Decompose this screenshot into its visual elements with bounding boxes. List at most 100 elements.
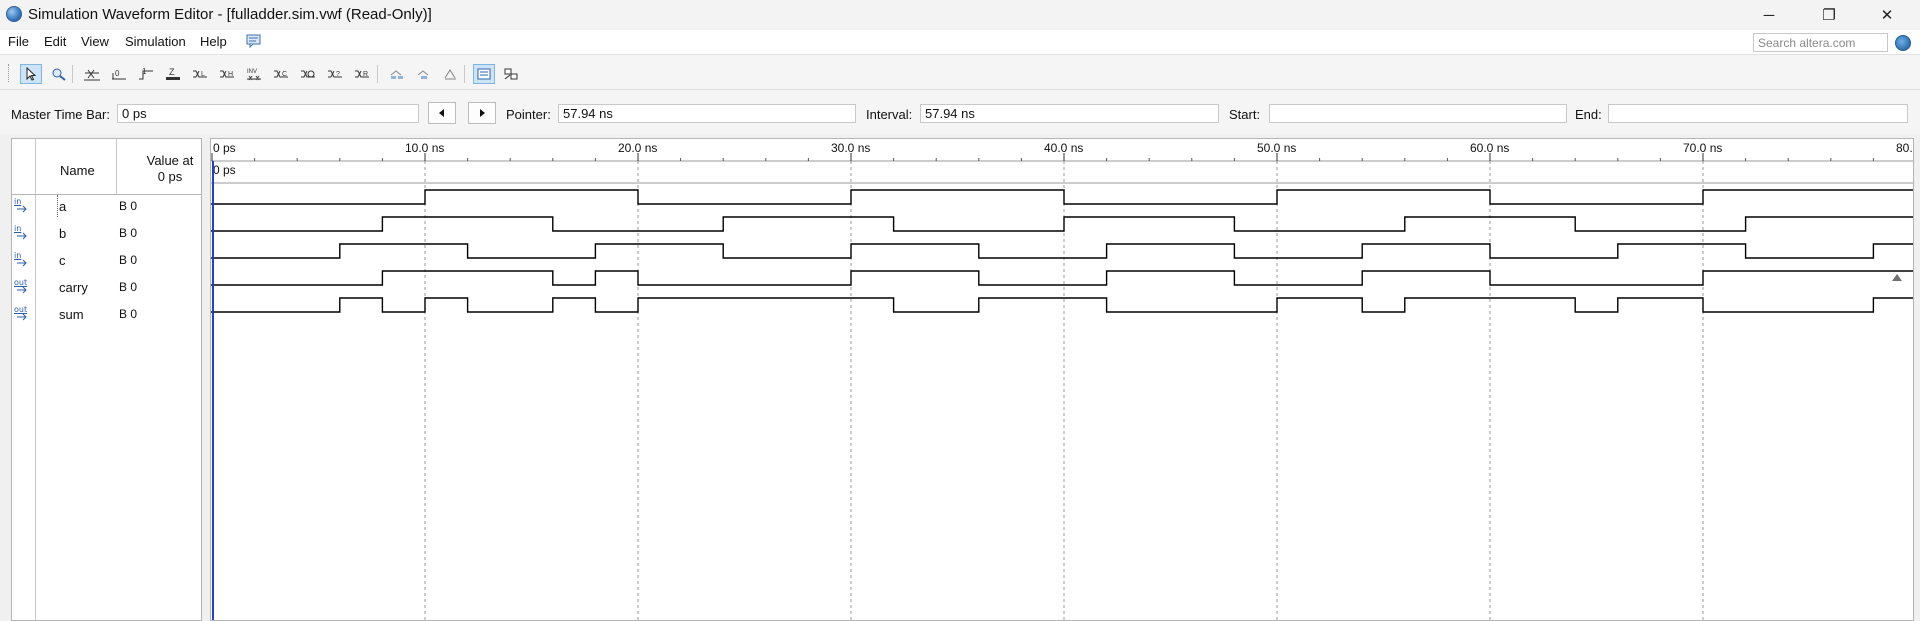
signal-value: B 0	[119, 253, 138, 267]
toolbar-separator	[464, 65, 465, 83]
globe-icon[interactable]	[1895, 35, 1911, 51]
input-pin-icon: in	[14, 197, 32, 214]
svg-text:H: H	[228, 71, 233, 78]
value-column-header[interactable]: Value at 0 ps	[130, 153, 210, 185]
snap-to-grid-icon[interactable]	[386, 64, 408, 84]
grid-icon[interactable]	[473, 64, 495, 84]
time-bar: Master Time Bar: 0 ps Pointer: 57.94 ns …	[0, 90, 1920, 134]
next-transition-button[interactable]	[468, 102, 496, 124]
random-value-icon[interactable]: R	[351, 64, 373, 84]
waveform-carry	[211, 270, 1913, 286]
waveform-c	[211, 243, 1913, 259]
svg-text:INV: INV	[247, 69, 257, 75]
time-tick-label: 80.	[1896, 141, 1913, 155]
force-weak-low-icon[interactable]: L	[189, 64, 211, 84]
force-high-impedance-icon[interactable]: Z	[162, 64, 184, 84]
master-time-bar-label: Master Time Bar:	[11, 107, 110, 122]
count-value-icon[interactable]: C	[270, 64, 292, 84]
toolbar-separator	[377, 65, 378, 83]
signal-name: sum	[59, 307, 84, 322]
output-pin-icon: out	[14, 278, 32, 295]
signal-name: c	[59, 253, 66, 268]
signal-row[interactable]: out sum B 0	[11, 301, 202, 328]
scroll-up-arrow[interactable]	[1892, 274, 1902, 281]
menu-bar: File Edit View Simulation Help	[0, 30, 1920, 54]
app-icon	[6, 6, 22, 22]
svg-text:Z: Z	[169, 67, 175, 77]
clock-icon[interactable]	[297, 64, 319, 84]
force-low-icon[interactable]: 0	[108, 64, 130, 84]
time-tick-label: 0 ps	[213, 141, 236, 155]
menu-help[interactable]: Help	[200, 34, 227, 49]
signal-value: B 0	[119, 199, 138, 213]
toolbar: 0 1 Z L H INV C? R	[0, 54, 1920, 90]
signal-name: carry	[59, 280, 88, 295]
input-pin-icon: in	[14, 224, 32, 241]
time-tick-label: 10.0 ns	[405, 141, 444, 155]
waveform-b	[211, 216, 1913, 232]
start-label: Start:	[1229, 107, 1261, 122]
reorder-icon[interactable]	[440, 64, 462, 84]
force-high-icon[interactable]: 1	[135, 64, 157, 84]
arbitrary-value-icon[interactable]: ?	[324, 64, 346, 84]
signal-value: B 0	[119, 307, 138, 321]
signal-row[interactable]: in c B 0	[11, 247, 202, 274]
name-column-header[interactable]: Name	[60, 163, 95, 178]
menu-view[interactable]: View	[81, 34, 109, 49]
waveform-a	[211, 189, 1913, 205]
svg-text:0: 0	[115, 69, 120, 78]
pointer-field[interactable]: 57.94 ns	[558, 104, 856, 123]
menu-edit[interactable]: Edit	[44, 34, 66, 49]
value-header-line2: 0 ps	[157, 169, 183, 184]
waveform-sum	[211, 297, 1913, 313]
master-time-bar-field[interactable]: 0 ps	[117, 104, 419, 123]
close-button[interactable]: ✕	[1858, 0, 1916, 30]
minimize-button[interactable]: ─	[1740, 0, 1798, 30]
svg-text:C: C	[282, 71, 287, 78]
title-bar: Simulation Waveform Editor - [fulladder.…	[0, 0, 1920, 30]
value-header-line1: Value at	[146, 153, 194, 168]
start-field[interactable]	[1269, 104, 1567, 123]
interval-field[interactable]: 57.94 ns	[920, 104, 1219, 123]
signal-row[interactable]: in a B 0	[11, 193, 202, 220]
search-input[interactable]: Search altera.com	[1753, 33, 1888, 52]
zoom-icon[interactable]	[48, 64, 70, 84]
input-pin-icon: in	[14, 251, 32, 268]
time-tick-label: 60.0 ns	[1470, 141, 1509, 155]
force-weak-high-icon[interactable]: H	[216, 64, 238, 84]
signal-name: b	[59, 226, 67, 241]
force-unknown-icon[interactable]	[81, 64, 103, 84]
toolbar-grip[interactable]	[8, 64, 12, 82]
time-tick-label: 50.0 ns	[1257, 141, 1296, 155]
signal-name: a	[59, 199, 67, 214]
svg-text:?: ?	[336, 71, 340, 78]
svg-text:L: L	[201, 71, 205, 78]
select-icon[interactable]	[20, 64, 42, 84]
arrange-icon[interactable]	[413, 64, 435, 84]
signal-row[interactable]: in b B 0	[11, 220, 202, 247]
invert-icon[interactable]: INV	[243, 64, 265, 84]
time-tick-label: 40.0 ns	[1044, 141, 1083, 155]
time-tick-label: 70.0 ns	[1683, 141, 1722, 155]
signal-value: B 0	[119, 226, 138, 240]
end-field[interactable]	[1608, 104, 1908, 123]
signal-row[interactable]: out carry B 0	[11, 274, 202, 301]
waveform-panel: Name Value at 0 ps in a B 0 in b B 0 in c B 0 out…	[0, 134, 1920, 621]
time-tick-label: 30.0 ns	[831, 141, 870, 155]
waveform-area[interactable]: 0 ps 10.0 ns 20.0 ns 30.0 ns 40.0 ns 50.0 ns 6…	[210, 138, 1914, 621]
end-label: End:	[1575, 107, 1602, 122]
window-title: Simulation Waveform Editor - [fulladder.…	[28, 6, 432, 23]
interval-label: Interval:	[866, 107, 913, 122]
overwrite-icon[interactable]	[500, 64, 522, 84]
menu-simulation[interactable]: Simulation	[125, 34, 186, 49]
signal-value: B 0	[119, 280, 138, 294]
output-pin-icon: out	[14, 305, 32, 322]
time-tick-label: 20.0 ns	[618, 141, 657, 155]
focus-box	[57, 195, 58, 217]
previous-transition-button[interactable]	[428, 102, 456, 124]
feedback-icon[interactable]	[246, 34, 261, 51]
waveform-canvas[interactable]: 0 ps 10.0 ns 20.0 ns 30.0 ns 40.0 ns 50.0 ns 6…	[211, 139, 1913, 620]
restore-button[interactable]: ❐	[1800, 0, 1858, 30]
toolbar-separator	[72, 65, 73, 83]
menu-file[interactable]: File	[8, 34, 29, 49]
